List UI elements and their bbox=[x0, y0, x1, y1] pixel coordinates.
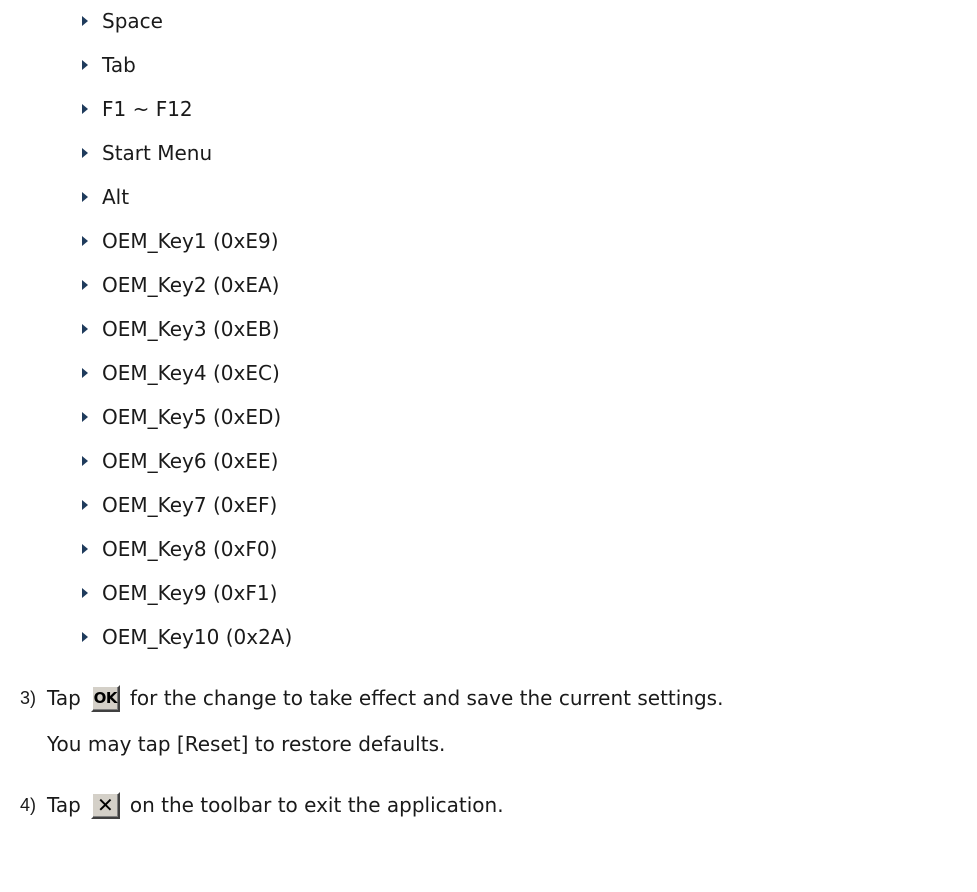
list-item: Tab bbox=[82, 50, 136, 80]
step-4: 4) Tap ✕ on the toolbar to exit the appl… bbox=[0, 787, 504, 823]
list-item-label: OEM_Key3 (0xEB) bbox=[102, 317, 280, 341]
list-item-label: Space bbox=[102, 9, 163, 33]
step-3-note: You may tap [Reset] to restore defaults. bbox=[47, 732, 446, 756]
list-item-label: OEM_Key1 (0xE9) bbox=[102, 229, 279, 253]
list-item: OEM_Key10 (0x2A) bbox=[82, 622, 292, 652]
triangle-bullet-icon bbox=[82, 632, 88, 642]
list-item-label: OEM_Key2 (0xEA) bbox=[102, 273, 280, 297]
list-item-label: OEM_Key5 (0xED) bbox=[102, 405, 282, 429]
triangle-bullet-icon bbox=[82, 192, 88, 202]
list-item: Space bbox=[82, 6, 163, 36]
list-item-label: OEM_Key6 (0xEE) bbox=[102, 449, 279, 473]
triangle-bullet-icon bbox=[82, 104, 88, 114]
list-item-label: F1 ~ F12 bbox=[102, 97, 193, 121]
list-item: OEM_Key1 (0xE9) bbox=[82, 226, 279, 256]
step-text-before: Tap bbox=[47, 793, 81, 817]
triangle-bullet-icon bbox=[82, 456, 88, 466]
triangle-bullet-icon bbox=[82, 236, 88, 246]
close-button-icon: ✕ bbox=[90, 791, 120, 819]
list-item-label: OEM_Key8 (0xF0) bbox=[102, 537, 278, 561]
triangle-bullet-icon bbox=[82, 324, 88, 334]
list-item-label: OEM_Key10 (0x2A) bbox=[102, 625, 293, 649]
triangle-bullet-icon bbox=[82, 280, 88, 290]
triangle-bullet-icon bbox=[82, 16, 88, 26]
list-item: OEM_Key6 (0xEE) bbox=[82, 446, 278, 476]
list-item: OEM_Key4 (0xEC) bbox=[82, 358, 280, 388]
list-item-label: OEM_Key4 (0xEC) bbox=[102, 361, 280, 385]
list-item: OEM_Key8 (0xF0) bbox=[82, 534, 277, 564]
list-item: OEM_Key7 (0xEF) bbox=[82, 490, 277, 520]
list-item: Alt bbox=[82, 182, 129, 212]
triangle-bullet-icon bbox=[82, 500, 88, 510]
list-item: OEM_Key9 (0xF1) bbox=[82, 578, 277, 608]
step-number: 4) bbox=[20, 794, 37, 815]
list-item: OEM_Key3 (0xEB) bbox=[82, 314, 280, 344]
triangle-bullet-icon bbox=[82, 544, 88, 554]
triangle-bullet-icon bbox=[82, 412, 88, 422]
step-3: 3) Tap OK for the change to take effect … bbox=[0, 680, 723, 716]
triangle-bullet-icon bbox=[82, 60, 88, 70]
step-text-after: for the change to take effect and save t… bbox=[129, 686, 724, 710]
triangle-bullet-icon bbox=[82, 148, 88, 158]
triangle-bullet-icon bbox=[82, 588, 88, 598]
step-number: 3) bbox=[20, 687, 37, 708]
list-item: OEM_Key5 (0xED) bbox=[82, 402, 281, 432]
step-text-after: on the toolbar to exit the application. bbox=[129, 793, 504, 817]
triangle-bullet-icon bbox=[82, 368, 88, 378]
list-item: OEM_Key2 (0xEA) bbox=[82, 270, 279, 300]
step-text-before: Tap bbox=[47, 686, 81, 710]
list-item: F1 ~ F12 bbox=[82, 94, 193, 124]
list-item-label: Start Menu bbox=[102, 141, 213, 165]
list-item-label: Alt bbox=[102, 185, 130, 209]
list-item-label: OEM_Key7 (0xEF) bbox=[102, 493, 278, 517]
ok-button-icon: OK bbox=[90, 684, 120, 712]
list-item-label: OEM_Key9 (0xF1) bbox=[102, 581, 278, 605]
list-item: Start Menu bbox=[82, 138, 212, 168]
list-item-label: Tab bbox=[102, 53, 136, 77]
